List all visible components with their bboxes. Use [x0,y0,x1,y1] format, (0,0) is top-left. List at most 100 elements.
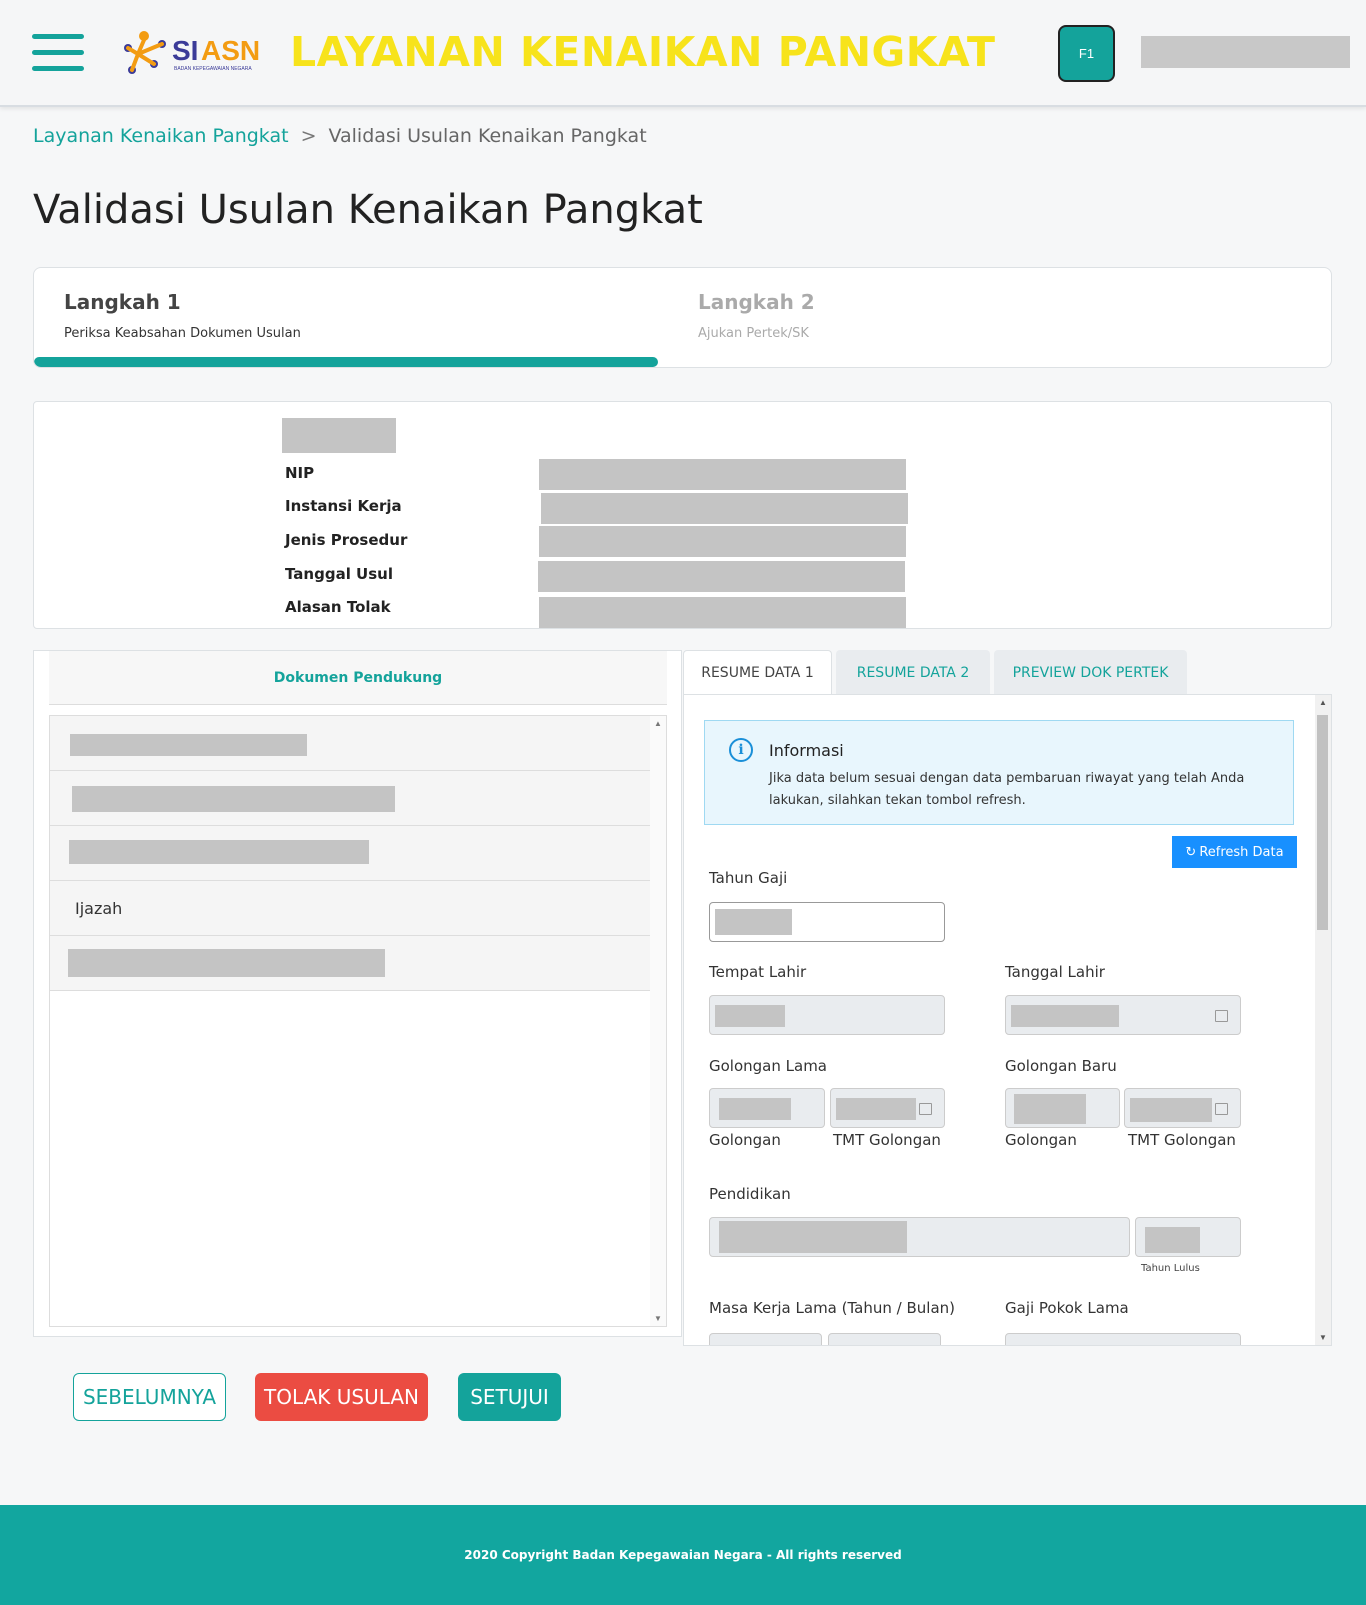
breadcrumb-current: Validasi Usulan Kenaikan Pangkat [328,125,647,147]
document-item-label: Ijazah [75,899,123,918]
nip-label: NIP [285,464,315,482]
document-item[interactable] [50,826,666,881]
masa-kerja-lama-label: Masa Kerja Lama (Tahun / Bulan) [709,1299,955,1317]
gaji-pokok-lama-input [1005,1333,1241,1345]
step-progress-bar [34,357,658,367]
tahun-lulus-input [1135,1217,1241,1257]
resume-panel-scrollbar[interactable]: ▲ ▼ [1315,695,1331,1345]
svg-text:BADAN KEPEGAWAIAN NEGARA: BADAN KEPEGAWAIAN NEGARA [174,66,252,72]
top-header: SI ASN BADAN KEPEGAWAIAN NEGARA LAYANAN … [0,0,1366,107]
tmt-golongan-lama-sublabel: TMT Golongan [833,1131,941,1149]
tmt-golongan-baru-sublabel: TMT Golongan [1128,1131,1236,1149]
document-panel: Dokumen Pendukung Ijazah ▲ ▼ [33,650,682,1337]
tmt-golongan-lama-input [830,1088,945,1128]
instansi-kerja-value-redacted [541,493,908,524]
scroll-down-icon[interactable]: ▼ [1319,1333,1327,1342]
document-name-redacted [72,786,395,812]
step-2[interactable]: Langkah 2 Ajukan Pertek/SK [698,290,815,341]
golongan-lama-value-redacted [719,1098,791,1120]
info-alert: i Informasi Jika data belum sesuai denga… [704,720,1294,825]
tempat-lahir-label: Tempat Lahir [709,963,807,981]
golongan-baru-value-redacted [1014,1094,1086,1124]
tempat-lahir-value-redacted [715,1005,785,1027]
user-name-redacted[interactable] [1141,36,1350,68]
tahun-gaji-label: Tahun Gaji [709,869,788,887]
document-item-ijazah[interactable]: Ijazah [50,881,666,936]
scrollbar-thumb[interactable] [1317,715,1328,930]
document-name-redacted [69,840,369,864]
tab-preview-dok-pertek[interactable]: PREVIEW DOK PERTEK [994,650,1187,695]
step-1[interactable]: Langkah 1 Periksa Keabsahan Dokumen Usul… [64,290,301,341]
document-list-scrollbar[interactable]: ▲ ▼ [650,716,666,1326]
golongan-lama-label: Golongan Lama [709,1057,827,1075]
svg-text:SI: SI [172,35,198,66]
document-item[interactable] [50,771,666,826]
document-name-redacted [68,949,385,977]
previous-button[interactable]: SEBELUMNYA [73,1373,226,1421]
tmt-golongan-baru-input [1124,1088,1241,1128]
alert-body: Jika data belum sesuai dengan data pemba… [769,771,1245,808]
document-name-redacted [70,734,307,756]
nip-value-redacted [539,459,906,490]
document-item[interactable] [50,936,666,991]
tmt-golongan-baru-value-redacted [1130,1098,1212,1122]
golongan-baru-sublabel: Golongan [1005,1131,1077,1149]
tanggal-lahir-value-redacted [1011,1005,1119,1027]
alert-title: Informasi [769,741,844,760]
tab-resume-data-2[interactable]: RESUME DATA 2 [836,650,990,695]
hamburger-menu-icon[interactable] [32,34,84,72]
masa-kerja-tahun-input [709,1333,822,1345]
breadcrumb-separator: > [300,125,317,147]
stepper: Langkah 1 Periksa Keabsahan Dokumen Usul… [33,267,1332,368]
applicant-name-redacted [282,418,396,453]
jenis-prosedur-label: Jenis Prosedur [285,531,408,549]
golongan-lama-sublabel: Golongan [709,1131,781,1149]
refresh-data-button[interactable]: ↻ Refresh Data [1172,836,1297,868]
tanggal-lahir-label: Tanggal Lahir [1005,963,1105,981]
step-1-title: Langkah 1 [64,290,181,314]
approve-button[interactable]: SETUJUI [458,1373,561,1421]
footer-copyright: 2020 Copyright Badan Kepegawaian Negara … [464,1548,902,1562]
golongan-baru-input [1005,1088,1120,1128]
tab-resume-data-1[interactable]: RESUME DATA 1 [683,650,832,695]
info-icon: i [729,738,753,762]
f1-button[interactable]: F1 [1058,25,1115,82]
scroll-up-icon[interactable]: ▲ [654,719,662,728]
tanggal-lahir-input [1005,995,1241,1035]
masa-kerja-bulan-input [828,1333,941,1345]
tempat-lahir-input [709,995,945,1035]
tanggal-usul-value-redacted [538,561,905,592]
resume-panel: i Informasi Jika data belum sesuai denga… [683,694,1332,1346]
page-title: Validasi Usulan Kenaikan Pangkat [33,187,703,233]
scroll-down-icon[interactable]: ▼ [654,1314,662,1323]
step-2-title: Langkah 2 [698,290,815,314]
pendidikan-label: Pendidikan [709,1185,791,1203]
breadcrumb-parent-link[interactable]: Layanan Kenaikan Pangkat [33,125,289,147]
tahun-lulus-sublabel: Tahun Lulus [1141,1263,1200,1274]
pendidikan-value-redacted [719,1221,907,1253]
tanggal-usul-label: Tanggal Usul [285,565,393,583]
breadcrumb: Layanan Kenaikan Pangkat > Validasi Usulan… [33,125,647,147]
step-2-desc: Ajukan Pertek/SK [698,326,809,341]
document-list: Ijazah ▲ ▼ [49,715,667,1327]
instansi-kerja-label: Instansi Kerja [285,497,402,515]
document-item[interactable] [50,716,666,771]
tahun-lulus-value-redacted [1145,1227,1200,1253]
footer: 2020 Copyright Badan Kepegawaian Negara … [0,1505,1366,1605]
tahun-gaji-value-redacted [715,909,792,935]
jenis-prosedur-value-redacted [539,526,906,557]
svg-text:ASN: ASN [201,35,260,66]
refresh-icon: ↻ [1185,844,1197,860]
alasan-tolak-value-redacted [539,597,906,628]
scroll-up-icon[interactable]: ▲ [1319,698,1327,707]
pendidikan-input [709,1217,1130,1257]
siasn-logo: SI ASN BADAN KEPEGAWAIAN NEGARA [124,31,260,74]
golongan-lama-input [709,1088,825,1128]
reject-proposal-button[interactable]: TOLAK USULAN [255,1373,428,1421]
document-panel-header: Dokumen Pendukung [49,651,667,705]
tmt-golongan-lama-value-redacted [836,1098,916,1120]
alasan-tolak-label: Alasan Tolak [285,598,391,616]
gaji-pokok-lama-label: Gaji Pokok Lama [1005,1299,1129,1317]
applicant-info-card: NIP Instansi Kerja Jenis Prosedur Tangga… [33,401,1332,629]
tahun-gaji-input[interactable] [709,902,945,942]
